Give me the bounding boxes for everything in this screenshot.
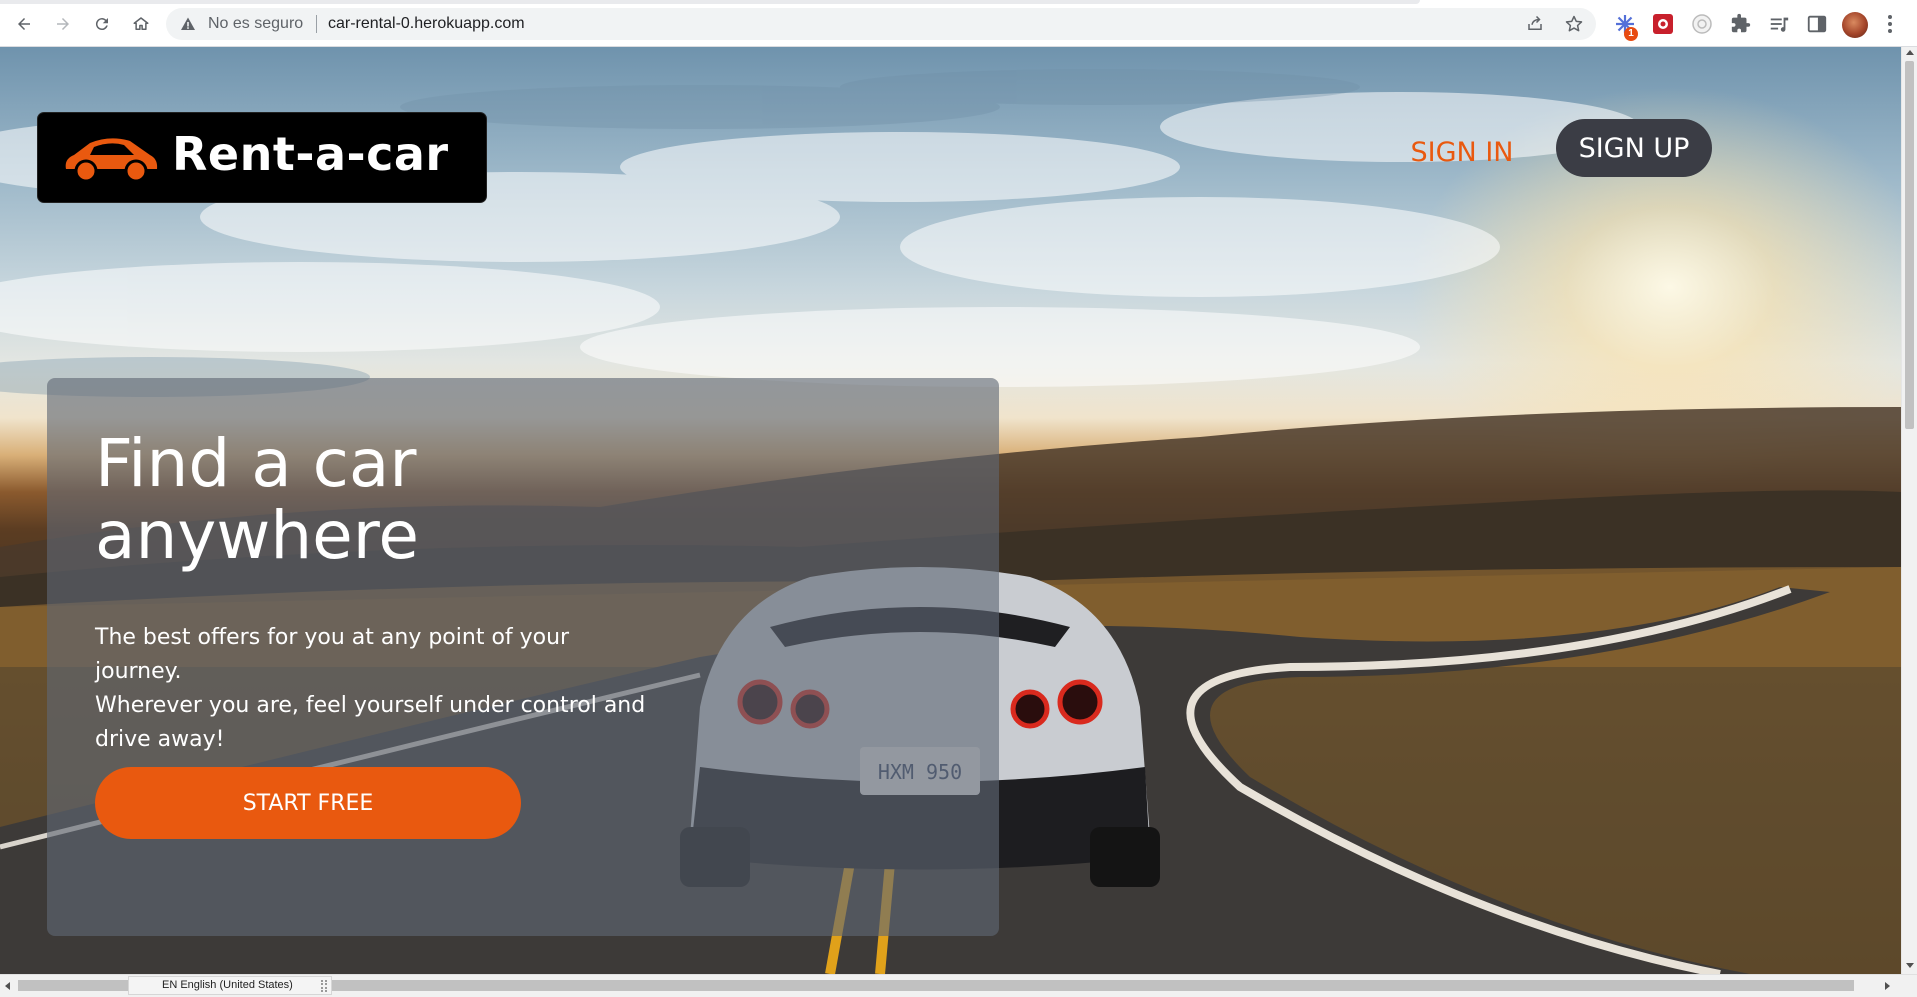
share-icon[interactable]	[1526, 15, 1544, 33]
hero-title: Find a car anywhere	[95, 428, 795, 572]
warning-icon[interactable]	[180, 16, 196, 32]
hero-description-line-3: drive away!	[95, 727, 225, 752]
star-icon[interactable]	[1564, 14, 1584, 34]
vertical-scrollbar[interactable]	[1901, 47, 1917, 974]
vertical-scroll-thumb[interactable]	[1905, 61, 1914, 429]
hero-section: HXM 950 Rent-a-car SIGN IN SIGN UP Find …	[0, 47, 1901, 974]
sidebar-icon[interactable]	[1806, 13, 1828, 35]
reload-icon[interactable]	[90, 12, 114, 36]
scroll-up-icon[interactable]	[1906, 50, 1914, 55]
language-bar[interactable]: EN English (United States)	[128, 976, 332, 995]
separator	[316, 15, 317, 33]
forward-arrow-icon[interactable]	[51, 12, 75, 36]
kebab-menu-icon[interactable]	[1886, 13, 1894, 35]
browser-toolbar: No es seguro car-rental-0.herokuapp.com …	[0, 0, 1917, 47]
sign-up-button[interactable]: SIGN UP	[1556, 119, 1712, 177]
grip-icon[interactable]	[321, 980, 327, 992]
url-text[interactable]: car-rental-0.herokuapp.com	[328, 15, 525, 33]
address-bar[interactable]: No es seguro car-rental-0.herokuapp.com	[166, 8, 1596, 40]
extension-icon[interactable]	[1691, 13, 1713, 35]
hero-title-line-1: Find a car	[95, 425, 417, 502]
avatar[interactable]	[1842, 12, 1868, 38]
sign-in-link[interactable]: SIGN IN	[1402, 127, 1522, 177]
logo-text: Rent-a-car	[172, 127, 449, 181]
puzzle-icon[interactable]	[1730, 13, 1752, 35]
hero-description: The best offers for you at any point of …	[95, 621, 655, 757]
back-arrow-icon[interactable]	[12, 12, 36, 36]
logo[interactable]: Rent-a-car	[37, 112, 487, 203]
scroll-left-icon[interactable]	[5, 982, 10, 990]
extension-icon[interactable]	[1652, 13, 1674, 35]
home-icon[interactable]	[129, 12, 153, 36]
start-free-button[interactable]: START FREE	[95, 767, 521, 839]
security-status[interactable]: No es seguro	[208, 15, 303, 33]
scroll-down-icon[interactable]	[1906, 963, 1914, 968]
hero-description-line-2: Wherever you are, feel yourself under co…	[95, 693, 646, 718]
language-indicator[interactable]: EN English (United States)	[162, 979, 293, 991]
tab-strip	[0, 0, 1420, 4]
scroll-right-icon[interactable]	[1885, 982, 1890, 990]
horizontal-scrollbar[interactable]: EN English (United States)	[0, 974, 1917, 997]
media-icon[interactable]	[1768, 13, 1790, 35]
extension-badge: 1	[1624, 27, 1638, 41]
car-logo-icon	[65, 138, 158, 183]
hero-description-line-1: The best offers for you at any point of …	[95, 625, 570, 684]
hero-card: Find a car anywhere The best offers for …	[47, 378, 999, 936]
hero-title-line-2: anywhere	[95, 497, 420, 574]
